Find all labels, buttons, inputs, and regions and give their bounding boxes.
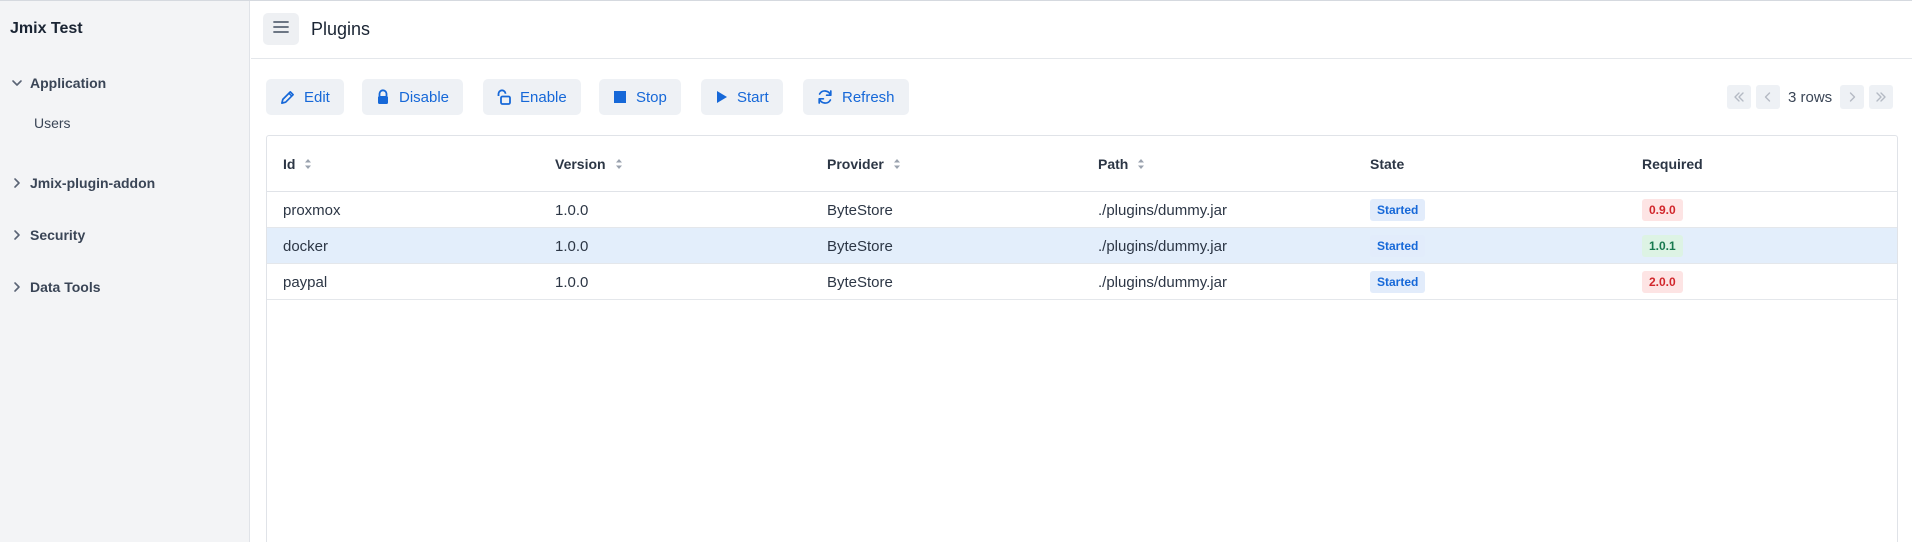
plugins-table: Id Version Provider Path State Required: [266, 135, 1898, 542]
cell-required: 1.0.1: [1642, 228, 1683, 264]
enable-button[interactable]: Enable: [483, 79, 581, 115]
sidebar-item-users[interactable]: Users: [34, 111, 71, 135]
cell-version: 1.0.0: [555, 273, 589, 291]
cell-path: ./plugins/dummy.jar: [1098, 273, 1227, 291]
refresh-icon: [818, 90, 832, 104]
sidebar: Jmix Test Application Users Jmix-plugin-…: [0, 1, 250, 542]
page-title: Plugins: [311, 19, 371, 39]
stop-icon: [614, 91, 626, 103]
table-header: Id Version Provider Path State Required: [267, 136, 1897, 192]
sort-icon[interactable]: [893, 158, 901, 170]
chevron-right-icon: [0, 177, 30, 189]
sidebar-group-label: Data Tools: [30, 279, 101, 295]
table-row[interactable]: paypal 1.0.0 ByteStore ./plugins/dummy.j…: [267, 264, 1897, 300]
pencil-icon: [281, 90, 294, 104]
cell-version: 1.0.0: [555, 201, 589, 219]
chevron-right-icon: [0, 281, 30, 293]
stop-button[interactable]: Stop: [599, 79, 681, 115]
last-page-button[interactable]: [1869, 85, 1894, 109]
cell-provider: ByteStore: [827, 201, 893, 219]
drawer-toggle-button[interactable]: [263, 13, 299, 45]
cell-state: Started: [1370, 192, 1426, 228]
chevron-right-icon: [1849, 92, 1856, 102]
table-row[interactable]: proxmox 1.0.0 ByteStore ./plugins/dummy.…: [267, 192, 1897, 228]
app-root: Jmix Test Application Users Jmix-plugin-…: [0, 0, 1912, 542]
column-header-label: State: [1370, 156, 1405, 172]
sort-icon[interactable]: [304, 158, 312, 170]
play-icon: [717, 91, 727, 103]
cell-id: paypal: [283, 273, 328, 291]
start-button-label: Start: [737, 88, 769, 106]
disable-button-label: Disable: [399, 88, 450, 106]
cell-version: 1.0.0: [555, 237, 589, 255]
cell-required: 0.9.0: [1642, 192, 1683, 228]
cell-required: 2.0.0: [1642, 264, 1683, 300]
edit-button[interactable]: Edit: [266, 79, 344, 115]
sort-icon[interactable]: [1137, 158, 1145, 170]
chevron-right-icon: [0, 229, 30, 241]
cell-provider: ByteStore: [827, 273, 893, 291]
next-page-button[interactable]: [1840, 85, 1865, 109]
previous-page-button[interactable]: [1756, 85, 1780, 109]
cell-id: proxmox: [283, 201, 341, 219]
edit-button-label: Edit: [304, 88, 330, 106]
stop-button-label: Stop: [636, 88, 667, 106]
column-header-provider[interactable]: Provider: [827, 136, 901, 192]
required-version-badge: 2.0.0: [1642, 271, 1683, 293]
column-header-path[interactable]: Path: [1098, 136, 1145, 192]
cell-state: Started: [1370, 264, 1426, 300]
column-header-label: Path: [1098, 156, 1129, 172]
sidebar-group-label: Security: [30, 227, 86, 243]
refresh-button[interactable]: Refresh: [803, 79, 909, 115]
column-header-required: Required: [1642, 136, 1703, 192]
cell-path: ./plugins/dummy.jar: [1098, 201, 1227, 219]
double-chevron-right-icon: [1876, 92, 1886, 102]
cell-path: ./plugins/dummy.jar: [1098, 237, 1227, 255]
cell-provider: ByteStore: [827, 237, 893, 255]
state-badge: Started: [1370, 271, 1426, 293]
double-chevron-left-icon: [1734, 92, 1744, 102]
disable-button[interactable]: Disable: [362, 79, 464, 115]
required-version-badge: 0.9.0: [1642, 199, 1683, 221]
sidebar-group-data-tools[interactable]: Data Tools: [0, 273, 250, 301]
row-count-label: 3 rows: [1788, 88, 1833, 106]
unlock-icon: [497, 89, 511, 105]
lock-icon: [378, 89, 388, 104]
first-page-button[interactable]: [1727, 85, 1751, 109]
column-header-state: State: [1370, 136, 1404, 192]
column-header-label: Version: [555, 156, 606, 172]
pagination: 3 rows: [1727, 85, 1894, 109]
hamburger-icon: [273, 20, 289, 39]
sort-icon[interactable]: [615, 158, 623, 170]
chevron-left-icon: [1764, 92, 1771, 102]
column-header-label: Provider: [827, 156, 884, 172]
sidebar-group-label: Application: [30, 75, 107, 91]
column-header-label: Required: [1642, 156, 1703, 172]
page-header: Plugins: [251, 1, 1912, 59]
cell-id: docker: [283, 237, 329, 255]
app-title: Jmix Test: [10, 20, 83, 37]
chevron-down-icon: [0, 77, 30, 89]
state-badge: Started: [1370, 199, 1426, 221]
sidebar-group-application[interactable]: Application: [0, 69, 250, 97]
column-header-id[interactable]: Id: [283, 136, 312, 192]
sidebar-group-security[interactable]: Security: [0, 221, 250, 249]
required-version-badge: 1.0.1: [1642, 235, 1683, 257]
cell-state: Started: [1370, 228, 1426, 264]
state-badge: Started: [1370, 235, 1426, 257]
sidebar-group-jmix-plugin-addon[interactable]: Jmix-plugin-addon: [0, 169, 250, 197]
refresh-button-label: Refresh: [842, 88, 895, 106]
column-header-label: Id: [283, 156, 296, 172]
enable-button-label: Enable: [520, 88, 567, 106]
column-header-version[interactable]: Version: [555, 136, 623, 192]
start-button[interactable]: Start: [701, 79, 783, 115]
sidebar-group-label: Jmix-plugin-addon: [30, 175, 156, 191]
table-row[interactable]: docker 1.0.0 ByteStore ./plugins/dummy.j…: [267, 228, 1897, 264]
